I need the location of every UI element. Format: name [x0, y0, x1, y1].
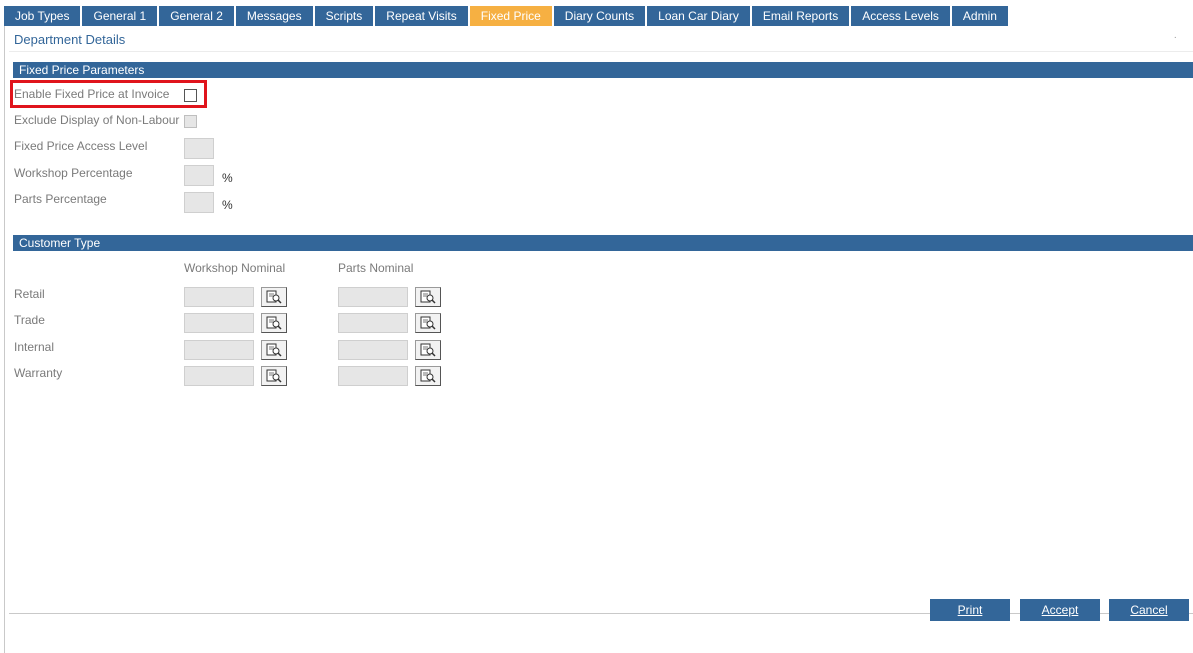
parts-percentage-field[interactable] — [184, 192, 214, 213]
parts-percent-symbol: % — [222, 198, 233, 212]
tab-general-2[interactable]: General 2 — [159, 6, 234, 26]
lookup-icon — [266, 316, 282, 330]
customer-type-section-header: Customer Type — [13, 235, 1193, 251]
warranty-label: Warranty — [14, 366, 63, 380]
tab-general-1[interactable]: General 1 — [82, 6, 158, 26]
trade-label: Trade — [14, 313, 45, 327]
retail-workshop-lookup-button[interactable] — [261, 287, 287, 307]
tab-scripts[interactable]: Scripts — [314, 6, 374, 26]
workshop-percent-symbol: % — [222, 171, 233, 185]
tab-messages[interactable]: Messages — [235, 6, 313, 26]
tab-loan-car-diary[interactable]: Loan Car Diary — [647, 6, 750, 26]
enable-fixed-price-checkbox[interactable] — [184, 89, 197, 102]
warranty-workshop-lookup-button[interactable] — [261, 366, 287, 386]
tab-admin[interactable]: Admin — [951, 6, 1008, 26]
retail-workshop-nominal-field[interactable] — [184, 287, 254, 307]
internal-workshop-lookup-button[interactable] — [261, 340, 287, 360]
title-divider — [9, 51, 1193, 52]
lookup-icon — [420, 369, 436, 383]
department-details-panel: Department Details · Fixed Price Paramet… — [4, 26, 1193, 653]
resize-grip-icon: · — [1173, 32, 1177, 43]
warranty-parts-lookup-button[interactable] — [415, 366, 441, 386]
footer-divider — [9, 613, 1193, 614]
parts-nominal-header: Parts Nominal — [338, 261, 414, 275]
tab-diary-counts[interactable]: Diary Counts — [553, 6, 646, 26]
page-title: Department Details — [14, 32, 126, 47]
access-level-field[interactable] — [184, 138, 214, 159]
trade-workshop-nominal-field[interactable] — [184, 313, 254, 333]
lookup-icon — [266, 369, 282, 383]
workshop-nominal-header: Workshop Nominal — [184, 261, 286, 275]
internal-parts-lookup-button[interactable] — [415, 340, 441, 360]
lookup-icon — [266, 290, 282, 304]
tab-job-types[interactable]: Job Types — [4, 6, 81, 26]
tab-repeat-visits[interactable]: Repeat Visits — [375, 6, 468, 26]
retail-parts-lookup-button[interactable] — [415, 287, 441, 307]
lookup-icon — [420, 290, 436, 304]
internal-workshop-nominal-field[interactable] — [184, 340, 254, 360]
retail-parts-nominal-field[interactable] — [338, 287, 408, 307]
tab-access-levels[interactable]: Access Levels — [851, 6, 950, 26]
tab-email-reports[interactable]: Email Reports — [751, 6, 850, 26]
enable-fixed-price-label: Enable Fixed Price at Invoice — [14, 87, 170, 101]
fixed-price-section-header: Fixed Price Parameters — [13, 62, 1193, 78]
parts-percentage-label: Parts Percentage — [14, 192, 107, 206]
trade-parts-lookup-button[interactable] — [415, 313, 441, 333]
lookup-icon — [420, 316, 436, 330]
tab-fixed-price[interactable]: Fixed Price — [469, 6, 552, 26]
trade-parts-nominal-field[interactable] — [338, 313, 408, 333]
trade-workshop-lookup-button[interactable] — [261, 313, 287, 333]
internal-label: Internal — [14, 340, 55, 354]
retail-label: Retail — [14, 287, 45, 301]
workshop-percentage-field[interactable] — [184, 165, 214, 186]
warranty-parts-nominal-field[interactable] — [338, 366, 408, 386]
tab-bar: Job Types General 1 General 2 Messages S… — [4, 6, 1010, 26]
internal-parts-nominal-field[interactable] — [338, 340, 408, 360]
workshop-percentage-label: Workshop Percentage — [14, 166, 133, 180]
print-button[interactable]: Print — [930, 599, 1010, 621]
lookup-icon — [266, 343, 282, 357]
exclude-non-labour-label: Exclude Display of Non-Labour — [14, 113, 180, 127]
access-level-label: Fixed Price Access Level — [14, 139, 148, 153]
accept-button[interactable]: Accept — [1020, 599, 1100, 621]
lookup-icon — [420, 343, 436, 357]
warranty-workshop-nominal-field[interactable] — [184, 366, 254, 386]
cancel-button[interactable]: Cancel — [1109, 599, 1189, 621]
exclude-non-labour-checkbox[interactable] — [184, 115, 197, 128]
